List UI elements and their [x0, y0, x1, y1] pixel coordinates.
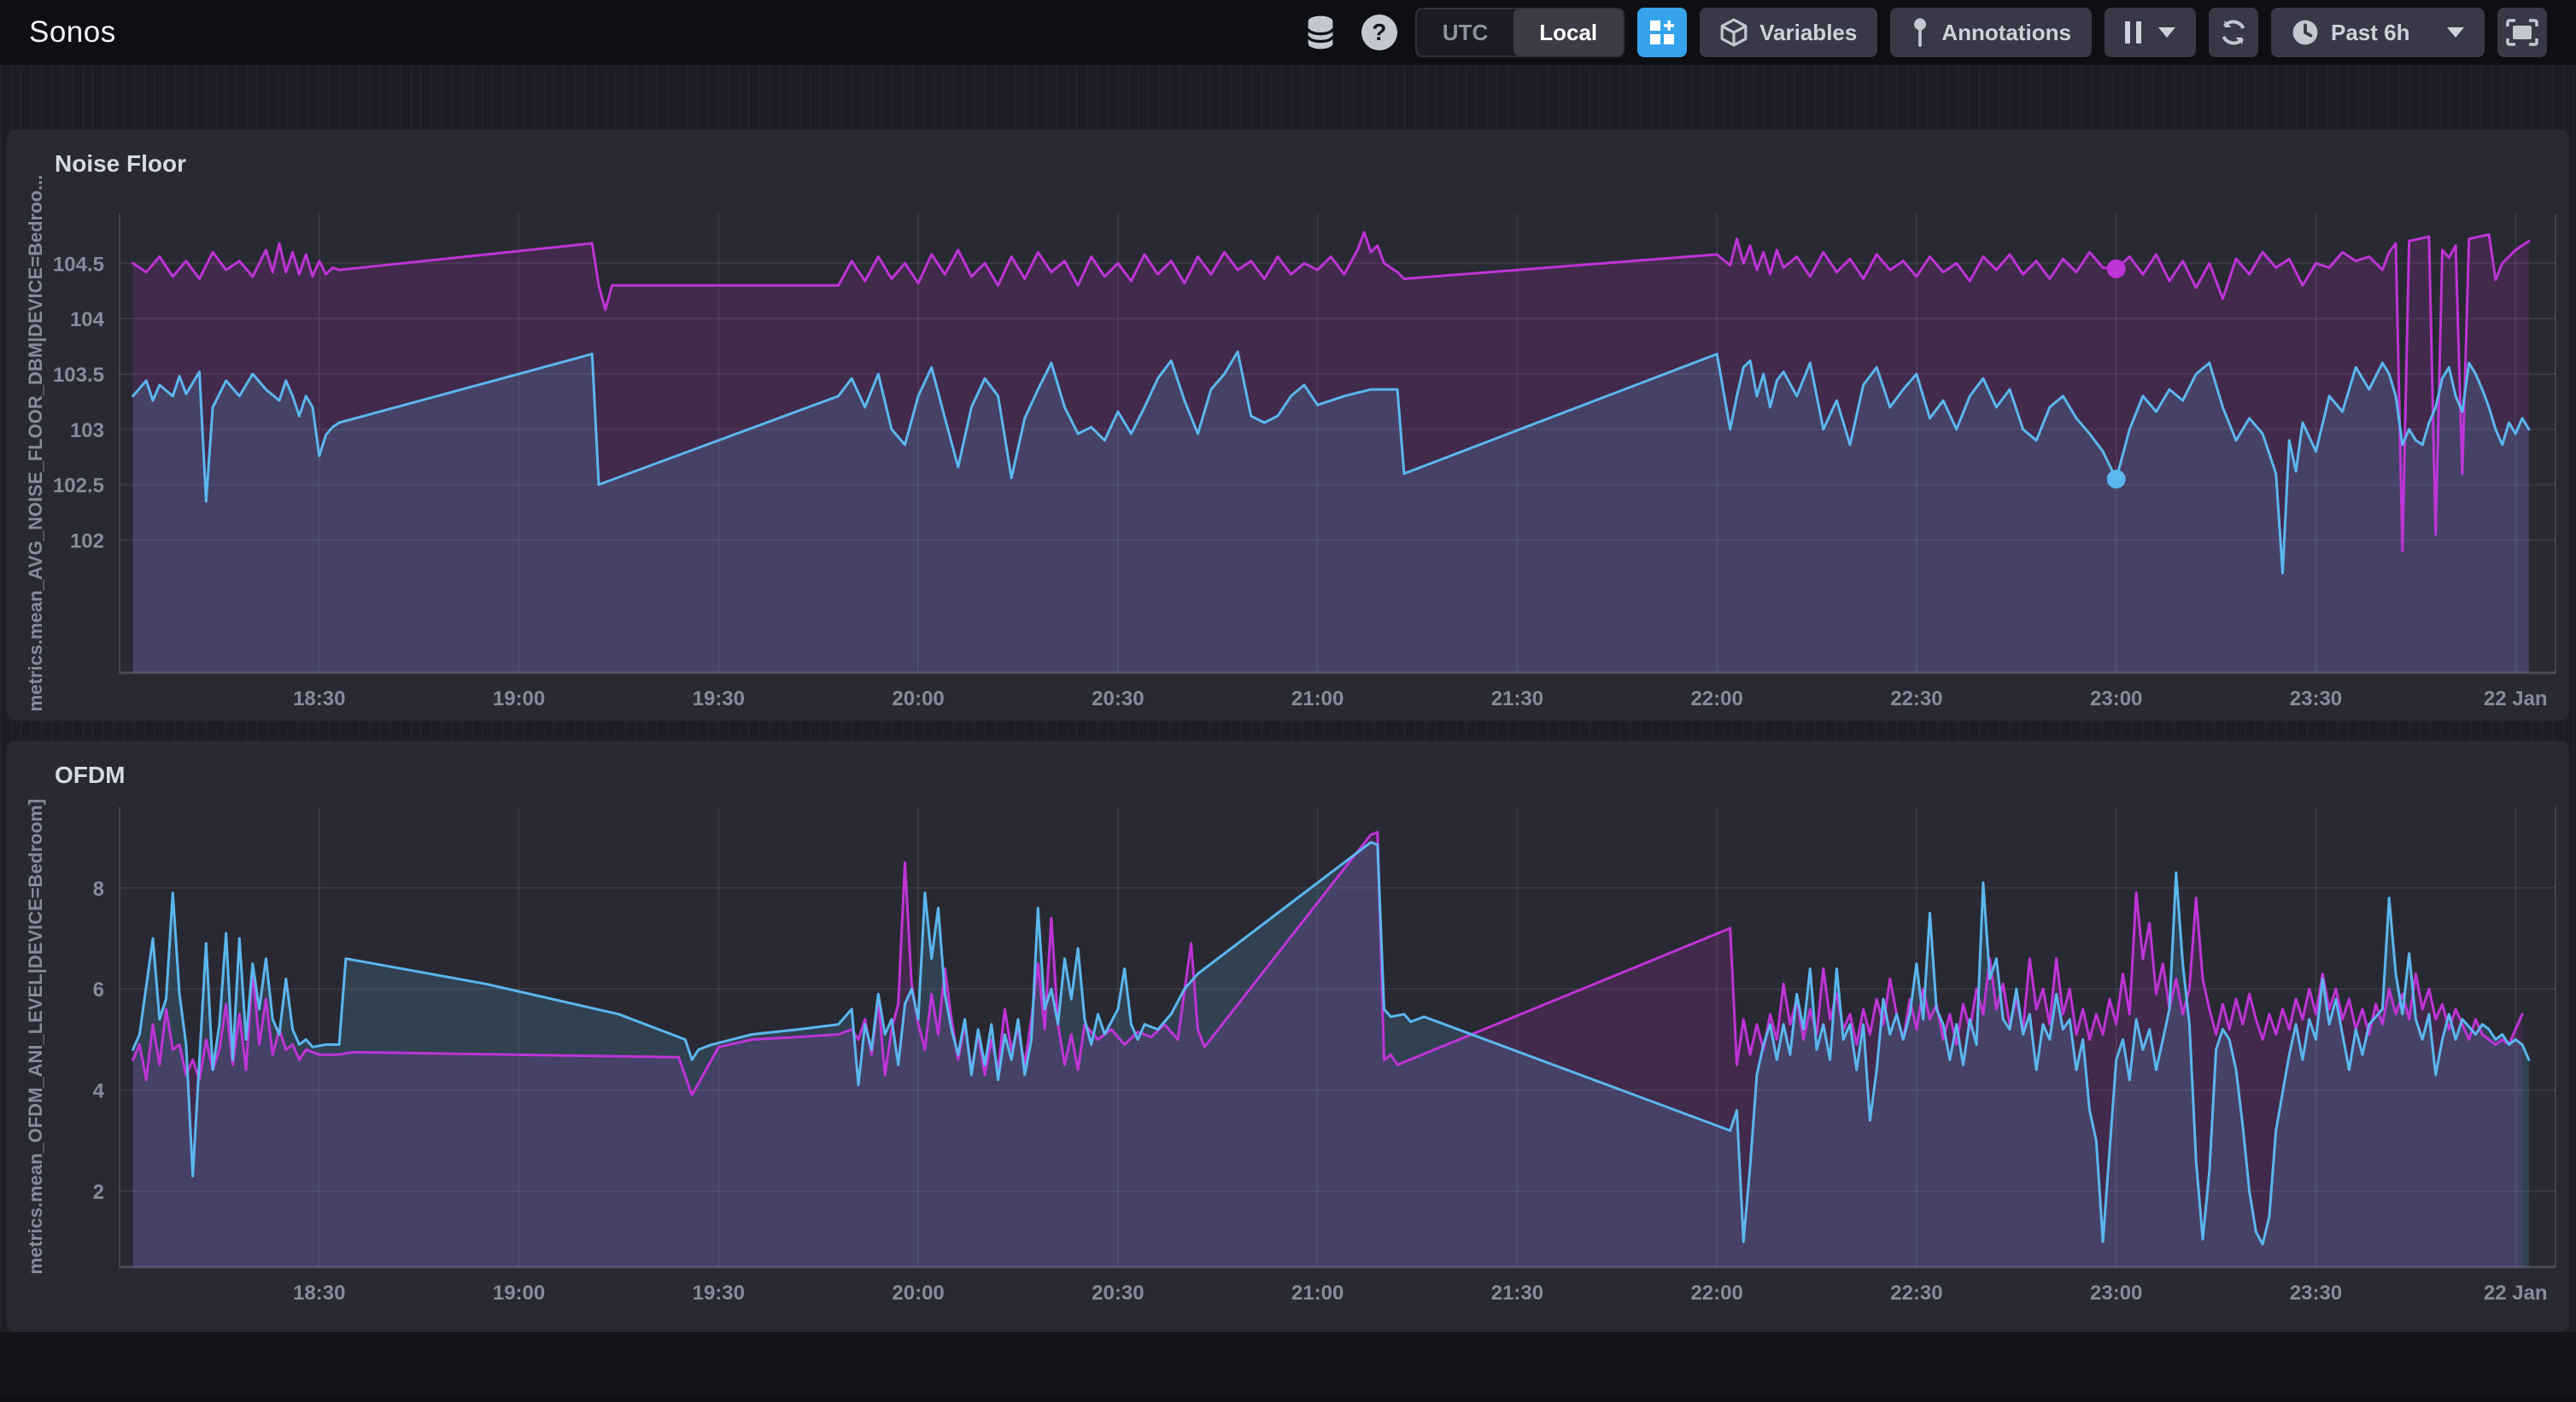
dashboard-grid: Noise Floor metrics.mean_AVG_NOISE_FLOOR… [0, 65, 2576, 1402]
annotations-button[interactable]: Annotations [1890, 8, 2092, 57]
svg-text:18:30: 18:30 [293, 1282, 345, 1305]
svg-text:22:00: 22:00 [1690, 687, 1742, 710]
svg-text:22 Jan: 22 Jan [2484, 687, 2548, 710]
variables-label: Variables [1759, 19, 1858, 45]
svg-text:21:00: 21:00 [1291, 687, 1344, 710]
svg-text:21:30: 21:30 [1491, 1282, 1543, 1305]
add-cell-icon [1650, 20, 1675, 44]
sources-button[interactable] [1297, 9, 1344, 56]
clock-icon [2292, 20, 2318, 45]
time-range-label: Past 6h [2331, 19, 2410, 45]
svg-text:102: 102 [70, 529, 104, 552]
variables-button[interactable]: Variables [1700, 8, 1878, 57]
svg-text:23:30: 23:30 [2290, 687, 2342, 710]
svg-text:21:30: 21:30 [1491, 687, 1543, 710]
annotation-pin-icon [1914, 18, 1927, 47]
navbar-controls: ? UTC Local Variables Annotations Past 6… [1297, 8, 2547, 57]
svg-text:20:30: 20:30 [1092, 687, 1144, 710]
svg-text:18:30: 18:30 [293, 687, 345, 710]
svg-text:2: 2 [93, 1181, 104, 1204]
svg-text:23:00: 23:00 [2090, 687, 2142, 710]
svg-text:20:00: 20:00 [892, 687, 944, 710]
timezone-toggle: UTC Local [1414, 8, 1625, 57]
dashboard-title: Sonos [29, 15, 116, 49]
svg-text:22:00: 22:00 [1690, 1282, 1742, 1305]
noise-floor-chart[interactable]: 102 102.5 103 103.5 104 104.5 18:30 19:00 19:30 2… [7, 130, 2569, 721]
chevron-down-icon [2447, 27, 2464, 38]
bottom-strip [0, 1395, 2576, 1402]
svg-text:4: 4 [93, 1080, 105, 1103]
presentation-mode-button[interactable] [2497, 8, 2547, 57]
svg-text:21:00: 21:00 [1291, 1282, 1344, 1305]
svg-text:23:30: 23:30 [2290, 1282, 2342, 1305]
svg-text:104.5: 104.5 [53, 253, 104, 276]
svg-text:102.5: 102.5 [53, 475, 104, 498]
refresh-icon [2222, 20, 2245, 45]
svg-text:104: 104 [70, 308, 105, 331]
svg-text:20:30: 20:30 [1092, 1282, 1144, 1305]
svg-text:22:30: 22:30 [1890, 1282, 1942, 1305]
svg-text:20:00: 20:00 [892, 1282, 944, 1305]
time-range-dropdown[interactable]: Past 6h [2271, 8, 2485, 57]
chevron-down-icon [2158, 27, 2175, 38]
svg-text:22 Jan: 22 Jan [2484, 1282, 2548, 1305]
cube-icon [1720, 18, 1748, 47]
svg-text:19:00: 19:00 [493, 1282, 545, 1305]
presentation-mode-icon [2506, 19, 2538, 46]
svg-text:6: 6 [93, 978, 104, 1002]
svg-text:19:00: 19:00 [493, 687, 545, 710]
svg-text:19:30: 19:30 [693, 687, 745, 710]
svg-text:22:30: 22:30 [1890, 687, 1942, 710]
timezone-local-option[interactable]: Local [1513, 9, 1624, 55]
svg-text:103: 103 [70, 419, 104, 442]
add-cell-button[interactable] [1637, 8, 1688, 57]
svg-text:8: 8 [93, 878, 104, 901]
refresh-button[interactable] [2209, 8, 2258, 57]
pause-icon [2125, 21, 2141, 44]
annotations-label: Annotations [1941, 19, 2071, 45]
top-navbar: Sonos ? UTC Local Variables Annotations … [0, 0, 2576, 65]
database-icon [1306, 15, 1334, 50]
panel-ofdm[interactable]: OFDM metrics.mean_OFDM_ANI_LEVEL|DEVICE=… [7, 741, 2569, 1332]
ofdm-chart[interactable]: 2 4 6 8 18:30 19:00 19:30 20:00 20:30 21:00 21:30 2… [7, 741, 2569, 1332]
pause-autorefresh-dropdown[interactable] [2105, 8, 2196, 57]
help-icon: ? [1361, 15, 1397, 50]
svg-text:19:30: 19:30 [693, 1282, 745, 1305]
help-button[interactable]: ? [1356, 9, 1402, 56]
svg-text:103.5: 103.5 [53, 364, 104, 387]
timezone-utc-option[interactable]: UTC [1417, 9, 1513, 55]
svg-text:23:00: 23:00 [2090, 1282, 2142, 1305]
panel-noise-floor[interactable]: Noise Floor metrics.mean_AVG_NOISE_FLOOR… [7, 130, 2569, 721]
